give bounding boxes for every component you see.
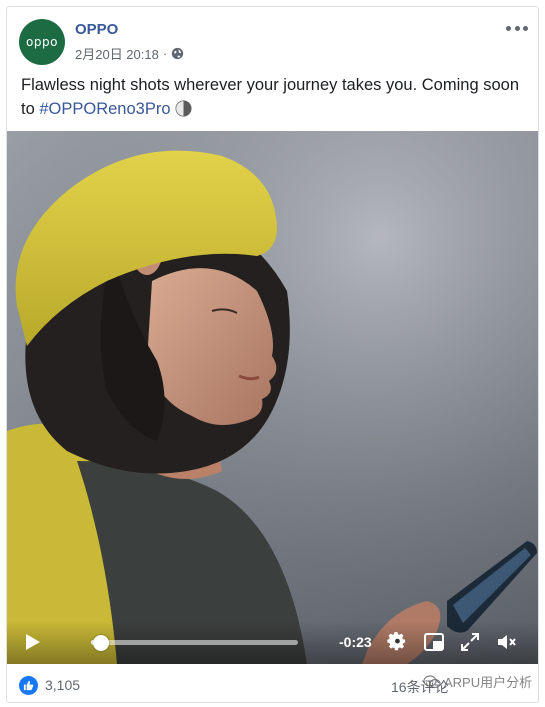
video-frame-image	[7, 131, 538, 664]
watermark: ARPU用户分析	[423, 672, 532, 691]
progress-scrubber[interactable]	[93, 635, 110, 651]
post-card: oppo OPPO 2月20日 20:18 · Flawless night s…	[6, 6, 539, 703]
play-icon[interactable]	[25, 633, 41, 651]
mute-icon[interactable]	[495, 631, 517, 653]
fullscreen-icon[interactable]	[459, 631, 481, 653]
globe-icon	[172, 47, 184, 60]
post-meta: 2月20日 20:18 ·	[75, 44, 184, 63]
moon-icon	[174, 100, 192, 117]
video-controls: -0:23	[7, 621, 538, 664]
more-options-icon[interactable]	[506, 23, 528, 33]
post-header: oppo OPPO 2月20日 20:18 ·	[7, 7, 538, 71]
time-remaining: -0:23	[339, 634, 372, 650]
page-name-link[interactable]: OPPO	[75, 21, 118, 38]
hashtag-link[interactable]: #OPPOReno3Pro	[39, 100, 170, 118]
post-timestamp[interactable]: 2月20日 20:18	[75, 44, 159, 63]
reaction-count[interactable]: 3,105	[45, 677, 80, 693]
avatar-logo-text: oppo	[26, 35, 58, 49]
avatar[interactable]: oppo	[19, 19, 65, 65]
like-reaction-icon[interactable]	[19, 676, 38, 695]
progress-bar[interactable]	[91, 635, 298, 651]
wechat-icon	[423, 674, 441, 688]
meta-separator: ·	[162, 46, 168, 61]
post-footer: 3,105 16条评论 ARPU用户分析	[7, 666, 538, 702]
post-caption: Flawless night shots wherever your journ…	[21, 73, 521, 121]
watermark-text: ARPU用户分析	[444, 675, 533, 690]
gear-icon[interactable]	[386, 631, 408, 653]
video-player[interactable]: -0:23	[7, 131, 538, 664]
picture-in-picture-icon[interactable]	[423, 631, 445, 653]
thumbs-up-icon	[23, 680, 34, 691]
